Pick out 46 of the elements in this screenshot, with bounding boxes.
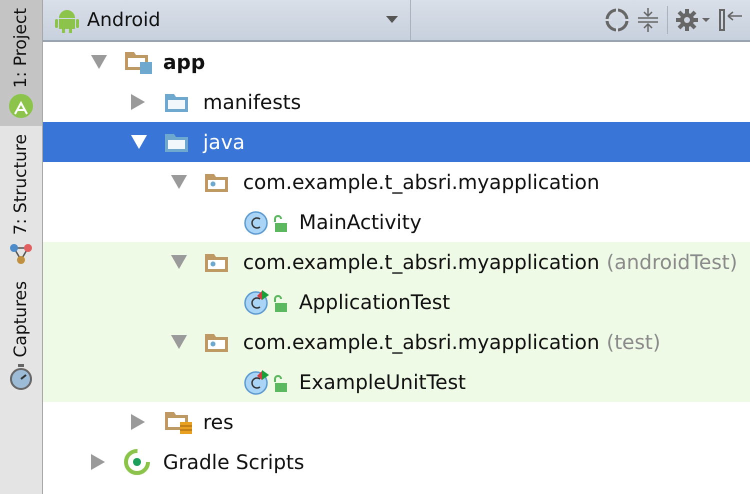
tree-row[interactable]: app — [43, 42, 750, 82]
expand-arrow-icon[interactable] — [131, 135, 147, 149]
tree-row[interactable]: ExampleUnitTest — [43, 362, 750, 402]
node-label: com.example.t_absri.myapplication — [243, 330, 600, 354]
caret-icon — [386, 16, 398, 24]
tree-row[interactable]: MainActivity — [43, 202, 750, 242]
node-label: res — [203, 410, 234, 434]
node-label: app — [163, 50, 206, 74]
structure-icon — [9, 241, 33, 266]
node-label: ApplicationTest — [299, 290, 450, 314]
expand-arrow-icon[interactable] — [171, 175, 187, 189]
node-label: Gradle Scripts — [163, 450, 304, 474]
android-icon — [9, 94, 33, 118]
tool-window-tab[interactable]: 1: Project — [0, 0, 42, 126]
node-label: MainActivity — [299, 210, 422, 234]
settings-icon[interactable] — [676, 8, 710, 32]
node-label: manifests — [203, 90, 301, 114]
collapse-arrow-icon[interactable] — [91, 454, 105, 470]
tree-row[interactable]: ApplicationTest — [43, 282, 750, 322]
hide-panel-icon[interactable] — [718, 8, 742, 32]
source-set-label: (test) — [606, 330, 661, 354]
collapse-arrow-icon[interactable] — [131, 414, 145, 430]
tree-row[interactable]: com.example.t_absri.myapplication — [43, 162, 750, 202]
android-icon — [55, 7, 79, 33]
expand-arrow-icon[interactable] — [91, 55, 107, 69]
node-label: com.example.t_absri.myapplication — [243, 250, 600, 274]
tool-window-tab[interactable]: 7: Structure — [0, 126, 42, 274]
expand-arrow-icon[interactable] — [171, 255, 187, 269]
tree-row[interactable]: Gradle Scripts — [43, 442, 750, 482]
tree-row[interactable]: res — [43, 402, 750, 442]
collapse-all-icon[interactable] — [637, 8, 659, 32]
tree-row[interactable]: java — [43, 122, 750, 162]
collapse-arrow-icon[interactable] — [131, 94, 145, 110]
node-label: com.example.t_absri.myapplication — [243, 170, 600, 194]
tree-row[interactable]: manifests — [43, 82, 750, 122]
view-dropdown[interactable]: Android — [43, 0, 411, 40]
stopwatch-icon — [9, 364, 33, 390]
node-label: java — [203, 130, 245, 154]
tree-row[interactable]: com.example.t_absri.myapplication (test) — [43, 322, 750, 362]
tree-row[interactable]: com.example.t_absri.myapplication (androidTest) — [43, 242, 750, 282]
gradle-icon — [123, 448, 151, 476]
tool-window-tab[interactable]: Captures — [0, 273, 42, 398]
crosshair-icon[interactable] — [605, 8, 629, 32]
node-label: ExampleUnitTest — [299, 370, 466, 394]
expand-arrow-icon[interactable] — [171, 335, 187, 349]
source-set-label: (androidTest) — [606, 250, 738, 274]
